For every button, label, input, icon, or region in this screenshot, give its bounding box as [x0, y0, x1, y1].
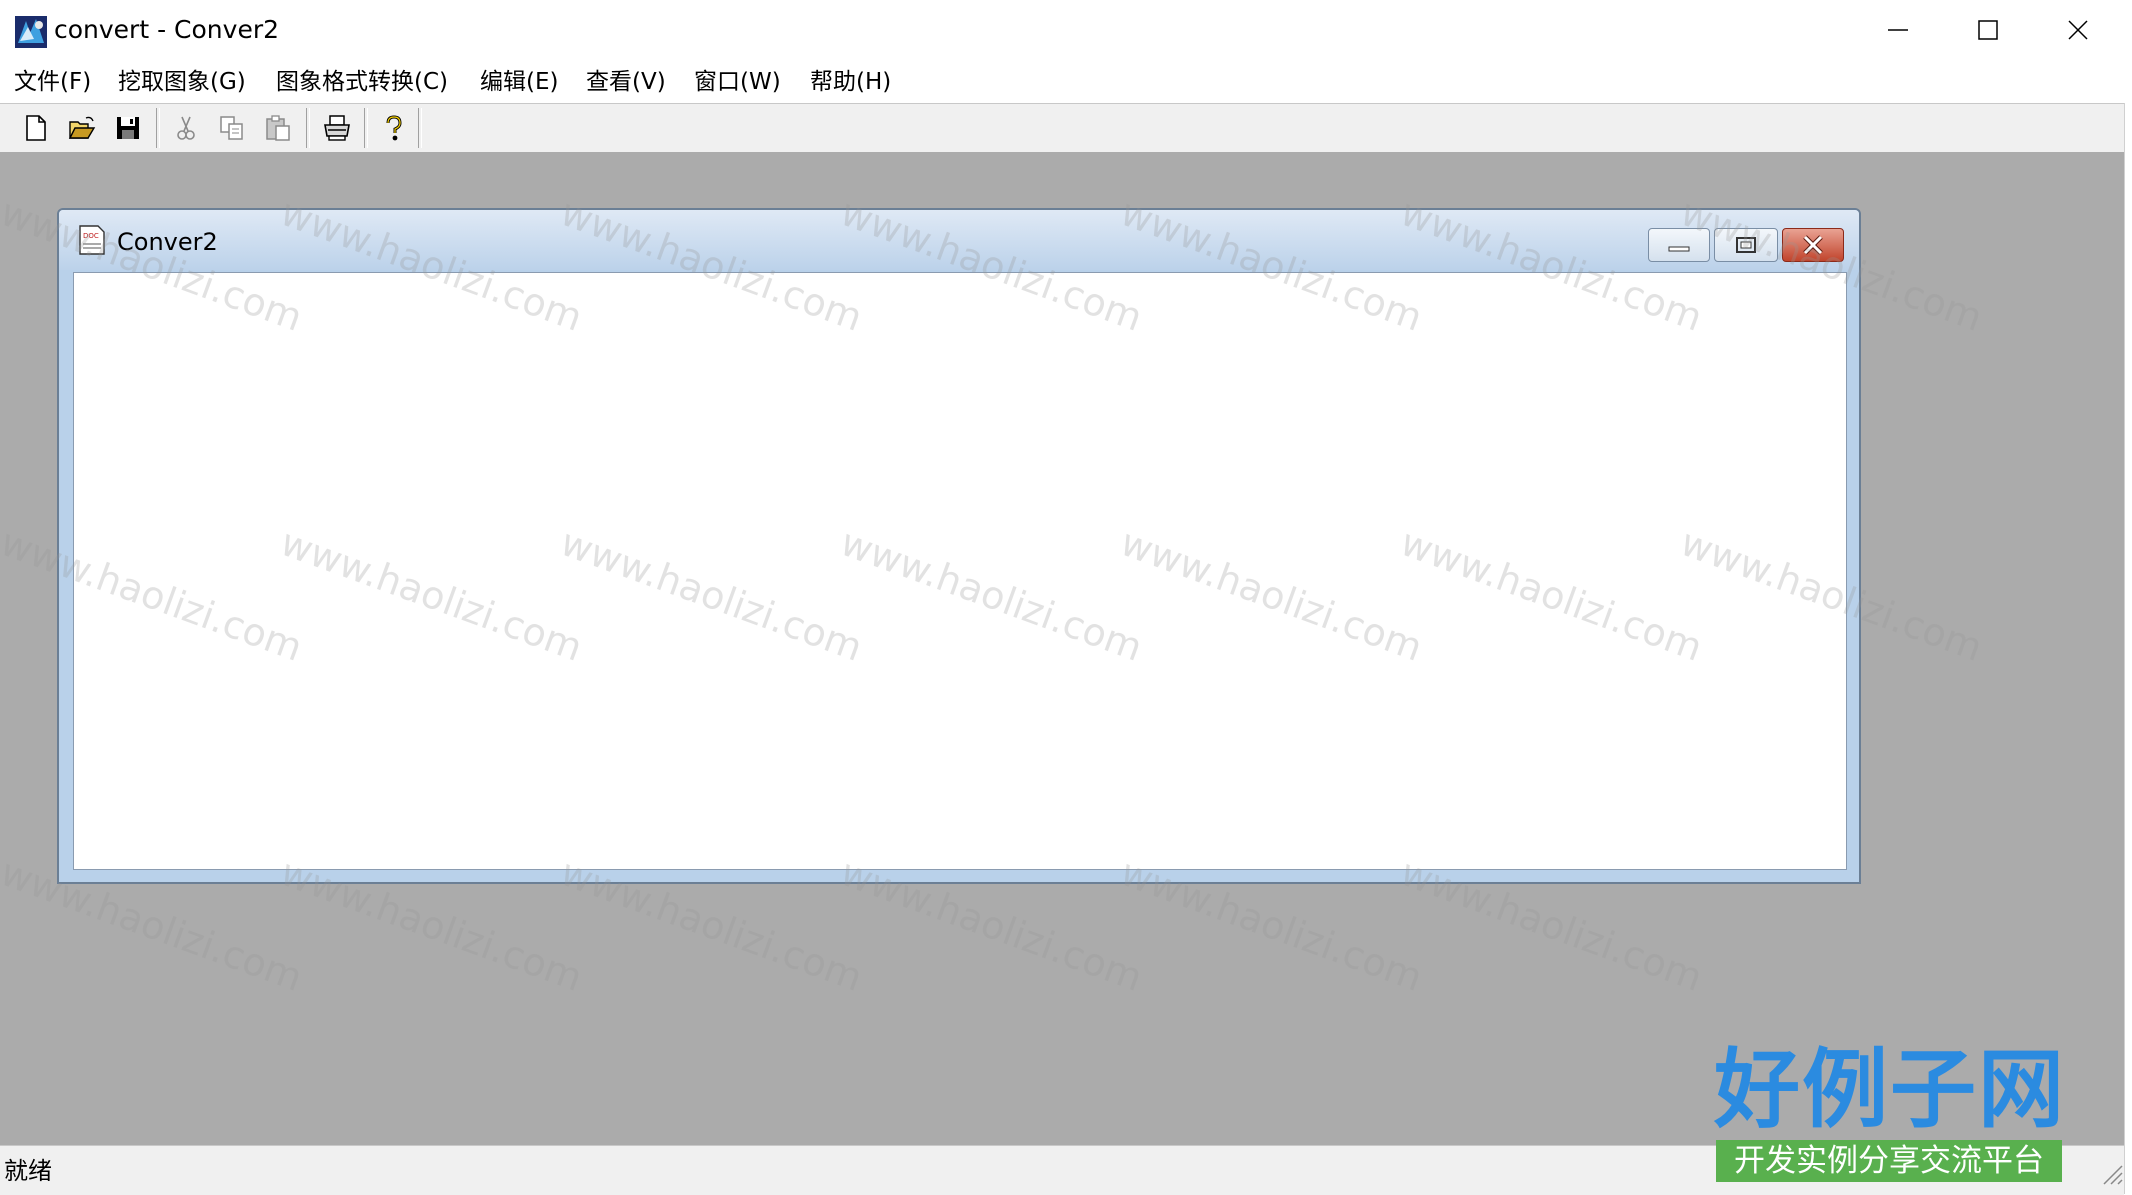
close-icon	[1803, 235, 1823, 255]
menu-view[interactable]: 查看(V)	[586, 66, 666, 98]
app-icon[interactable]	[14, 15, 48, 49]
child-close-button[interactable]	[1782, 228, 1844, 262]
help-button[interactable]	[376, 110, 412, 146]
toolbar-separator	[306, 108, 310, 148]
child-client-area[interactable]	[73, 272, 1847, 870]
close-button[interactable]	[2033, 0, 2123, 60]
menu-bar: 文件(F) 挖取图象(G) 图象格式转换(C) 编辑(E) 查看(V) 窗口(W…	[0, 62, 2132, 102]
menu-edit[interactable]: 编辑(E)	[480, 66, 558, 98]
save-button[interactable]	[110, 110, 146, 146]
child-title-bar[interactable]: DOC Conver2	[59, 210, 1859, 270]
paste-icon	[266, 115, 290, 141]
close-icon	[2068, 20, 2088, 40]
cut-icon	[177, 116, 195, 140]
application-window: convert - Conver2 文件(F) 挖取图象(G) 图象格式转换(C…	[0, 0, 2132, 1195]
minimize-icon	[1888, 29, 1908, 31]
save-icon	[117, 117, 139, 139]
copy-button[interactable]	[214, 110, 250, 146]
toolbar-separator	[156, 108, 160, 148]
toolbar-separator	[364, 108, 368, 148]
toolbar-separator	[418, 108, 422, 148]
window-title: convert - Conver2	[54, 15, 280, 44]
open-button[interactable]	[64, 110, 100, 146]
maximize-icon	[1978, 20, 1998, 40]
status-text: 就绪	[4, 1157, 52, 1185]
minimize-icon	[1668, 246, 1690, 252]
restore-icon	[1736, 237, 1756, 253]
menu-help[interactable]: 帮助(H)	[810, 66, 891, 98]
child-minimize-button[interactable]	[1648, 228, 1710, 262]
menu-file[interactable]: 文件(F)	[14, 66, 91, 98]
help-icon	[386, 115, 402, 141]
minimize-button[interactable]	[1853, 0, 1943, 60]
open-folder-icon	[68, 116, 96, 139]
paste-button[interactable]	[260, 110, 296, 146]
child-restore-button[interactable]	[1714, 228, 1778, 262]
document-icon[interactable]: DOC	[77, 224, 107, 256]
child-window[interactable]: DOC Conver2	[57, 208, 1861, 884]
site-logo-title: 好例子网	[1714, 1039, 2066, 1140]
copy-icon	[220, 116, 243, 140]
print-button[interactable]	[318, 110, 354, 146]
site-logo-subtitle: 开发实例分享交流平台	[1716, 1140, 2062, 1182]
new-button[interactable]	[18, 110, 54, 146]
svg-text:DOC: DOC	[83, 232, 99, 240]
title-bar[interactable]: convert - Conver2	[0, 0, 2132, 60]
new-file-icon	[26, 115, 46, 141]
resize-grip-icon[interactable]	[2100, 1162, 2124, 1186]
menu-format-convert[interactable]: 图象格式转换(C)	[276, 66, 448, 98]
maximize-button[interactable]	[1943, 0, 2033, 60]
menu-window[interactable]: 窗口(W)	[694, 66, 781, 98]
toolbar	[0, 103, 2132, 153]
menu-capture-image[interactable]: 挖取图象(G)	[118, 66, 246, 98]
cut-button[interactable]	[168, 110, 204, 146]
print-icon	[324, 115, 350, 141]
window-right-edge	[2124, 103, 2132, 1194]
child-window-title: Conver2	[117, 228, 218, 256]
